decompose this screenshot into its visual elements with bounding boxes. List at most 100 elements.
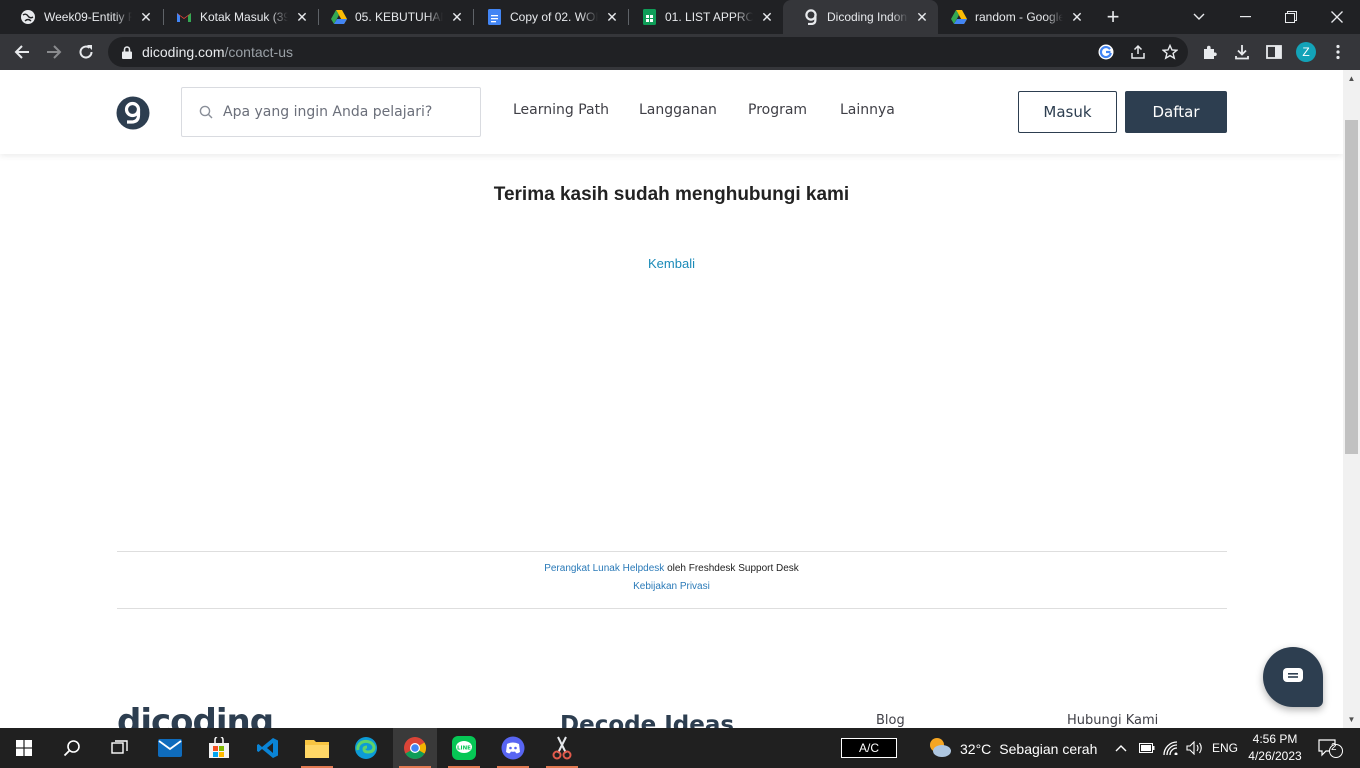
chat-icon [1282, 667, 1304, 688]
browser-tab[interactable]: 05. KEBUTUHAN ✕ [311, 0, 473, 34]
tab-title: 01. LIST APPROACH [665, 10, 753, 24]
back-link: Kembali [0, 256, 1343, 271]
notification-count: 2 [1331, 742, 1337, 753]
windows-taskbar: LINE A/C 32°C Sebagian cerah ENG 4:56 PM… [0, 728, 1360, 768]
line-icon[interactable]: LINE [442, 728, 486, 768]
address-bar[interactable]: dicoding.com/contact-us [108, 37, 1188, 67]
side-panel-icon[interactable] [1260, 38, 1288, 66]
helpdesk-by-text: oleh Freshdesk Support Desk [667, 563, 799, 574]
edge-icon[interactable] [344, 728, 388, 768]
taskbar-clock[interactable]: 4:56 PM 4/26/2023 [1242, 731, 1308, 765]
download-icon[interactable] [1228, 38, 1256, 66]
footer-link-contact[interactable]: Hubungi Kami [1067, 713, 1158, 728]
dicoding-icon [803, 9, 819, 25]
chrome-icon[interactable] [393, 728, 437, 768]
notification-icon[interactable]: 2 [1318, 738, 1344, 758]
forward-arrow-icon[interactable] [40, 38, 68, 66]
privacy-line: Kebijakan Privasi [0, 581, 1343, 592]
google-drive-icon [951, 9, 967, 25]
close-icon[interactable]: ✕ [914, 9, 930, 25]
close-window-button[interactable] [1314, 0, 1360, 34]
close-icon[interactable]: ✕ [138, 9, 154, 25]
browser-tab-active[interactable]: Dicoding Indonesia ✕ [783, 0, 938, 34]
browser-tab[interactable]: 01. LIST APPROACH ✕ [621, 0, 783, 34]
vscode-icon[interactable] [246, 728, 290, 768]
search-box[interactable] [181, 87, 481, 137]
back-link-text[interactable]: Kembali [648, 256, 695, 271]
reload-icon[interactable] [72, 38, 100, 66]
helpdesk-software-link[interactable]: Perangkat Lunak Helpdesk [544, 563, 664, 574]
tab-title: Week09-Entitiy Relationship [44, 10, 132, 24]
browser-tab[interactable]: Kotak Masuk (39) ✕ [156, 0, 318, 34]
tab-title: Dicoding Indonesia [827, 10, 908, 24]
volume-icon[interactable] [1186, 738, 1204, 758]
battery-icon[interactable] [1139, 738, 1155, 758]
chevron-up-icon[interactable] [1115, 738, 1127, 758]
site-header: Learning Path Langganan Program Lainnya … [0, 70, 1343, 154]
chrome-menu-icon[interactable] [1324, 38, 1352, 66]
minimize-button[interactable] [1222, 0, 1268, 34]
wifi-icon[interactable] [1163, 738, 1179, 758]
microsoft-store-icon[interactable] [197, 728, 241, 768]
share-icon[interactable] [1130, 44, 1146, 60]
close-icon[interactable]: ✕ [604, 9, 620, 25]
browser-tab[interactable]: Copy of 02. WORKSHEET ✕ [466, 0, 628, 34]
register-button[interactable]: Daftar [1125, 91, 1227, 133]
file-explorer-icon[interactable] [295, 728, 339, 768]
restore-button[interactable] [1268, 0, 1314, 34]
nav-lainnya[interactable]: Lainnya [840, 102, 895, 118]
ac-indicator[interactable]: A/C [841, 738, 897, 758]
google-drive-icon [331, 9, 347, 25]
nav-learning-path[interactable]: Learning Path [513, 102, 609, 118]
page-viewport: Learning Path Langganan Program Lainnya … [0, 70, 1343, 728]
profile-avatar[interactable]: Z [1296, 42, 1316, 62]
dicoding-logo[interactable] [116, 96, 150, 130]
close-icon[interactable]: ✕ [294, 9, 310, 25]
login-button[interactable]: Masuk [1018, 91, 1117, 133]
windows-start-icon[interactable] [2, 728, 46, 768]
nav-langganan[interactable]: Langganan [639, 102, 717, 118]
browser-tab[interactable]: Week09-Entitiy Relationship ✕ [0, 0, 162, 34]
discord-icon[interactable] [491, 728, 535, 768]
gmail-icon [176, 9, 192, 25]
svg-text:LINE: LINE [457, 746, 471, 752]
snipping-tool-icon[interactable] [540, 728, 584, 768]
close-icon[interactable]: ✕ [1069, 9, 1085, 25]
google-sheets-icon [641, 9, 657, 25]
lock-icon[interactable] [120, 45, 134, 59]
language-indicator[interactable]: ENG [1212, 738, 1238, 758]
footer-brand-logo[interactable]: dicoding [117, 702, 274, 728]
nav-program[interactable]: Program [748, 102, 807, 118]
google-docs-icon [486, 9, 502, 25]
taskbar-search-icon[interactable] [50, 728, 94, 768]
footer-link-blog[interactable]: Blog [876, 713, 905, 728]
close-icon[interactable]: ✕ [759, 9, 775, 25]
browser-tab[interactable]: random - Google Drive ✕ [931, 0, 1093, 34]
browser-tab-strip: Week09-Entitiy Relationship ✕ Kotak Masu… [0, 0, 1360, 34]
tab-title: Kotak Masuk (39) [200, 10, 288, 24]
weather-widget[interactable]: 32°C Sebagian cerah [928, 736, 1097, 761]
scroll-up-arrow-icon[interactable]: ▲ [1343, 70, 1360, 87]
thank-you-heading: Terima kasih sudah menghubungi kami [493, 184, 850, 205]
scroll-thumb[interactable] [1345, 120, 1358, 454]
divider [117, 608, 1227, 609]
globe-icon [20, 9, 36, 25]
bookmark-star-icon[interactable] [1162, 44, 1178, 60]
tab-search-button[interactable] [1176, 0, 1222, 34]
scroll-down-arrow-icon[interactable]: ▼ [1343, 711, 1360, 728]
back-arrow-icon[interactable] [8, 38, 36, 66]
tab-title: 05. KEBUTUHAN [355, 10, 443, 24]
privacy-policy-link[interactable]: Kebijakan Privasi [633, 581, 710, 592]
close-icon[interactable]: ✕ [449, 9, 465, 25]
search-input[interactable] [223, 104, 473, 120]
mail-icon[interactable] [148, 728, 192, 768]
extensions-puzzle-icon[interactable] [1196, 38, 1224, 66]
google-lens-icon[interactable] [1098, 44, 1114, 60]
new-tab-button[interactable]: + [1102, 6, 1124, 28]
task-view-icon[interactable] [98, 728, 142, 768]
chat-widget-button[interactable] [1263, 647, 1323, 707]
url-text: dicoding.com/contact-us [142, 44, 293, 60]
helpdesk-credit: Perangkat Lunak Helpdesk oleh Freshdesk … [0, 563, 1343, 574]
page-scrollbar[interactable]: ▲ ▼ [1343, 70, 1360, 728]
partly-sunny-icon [928, 736, 952, 761]
